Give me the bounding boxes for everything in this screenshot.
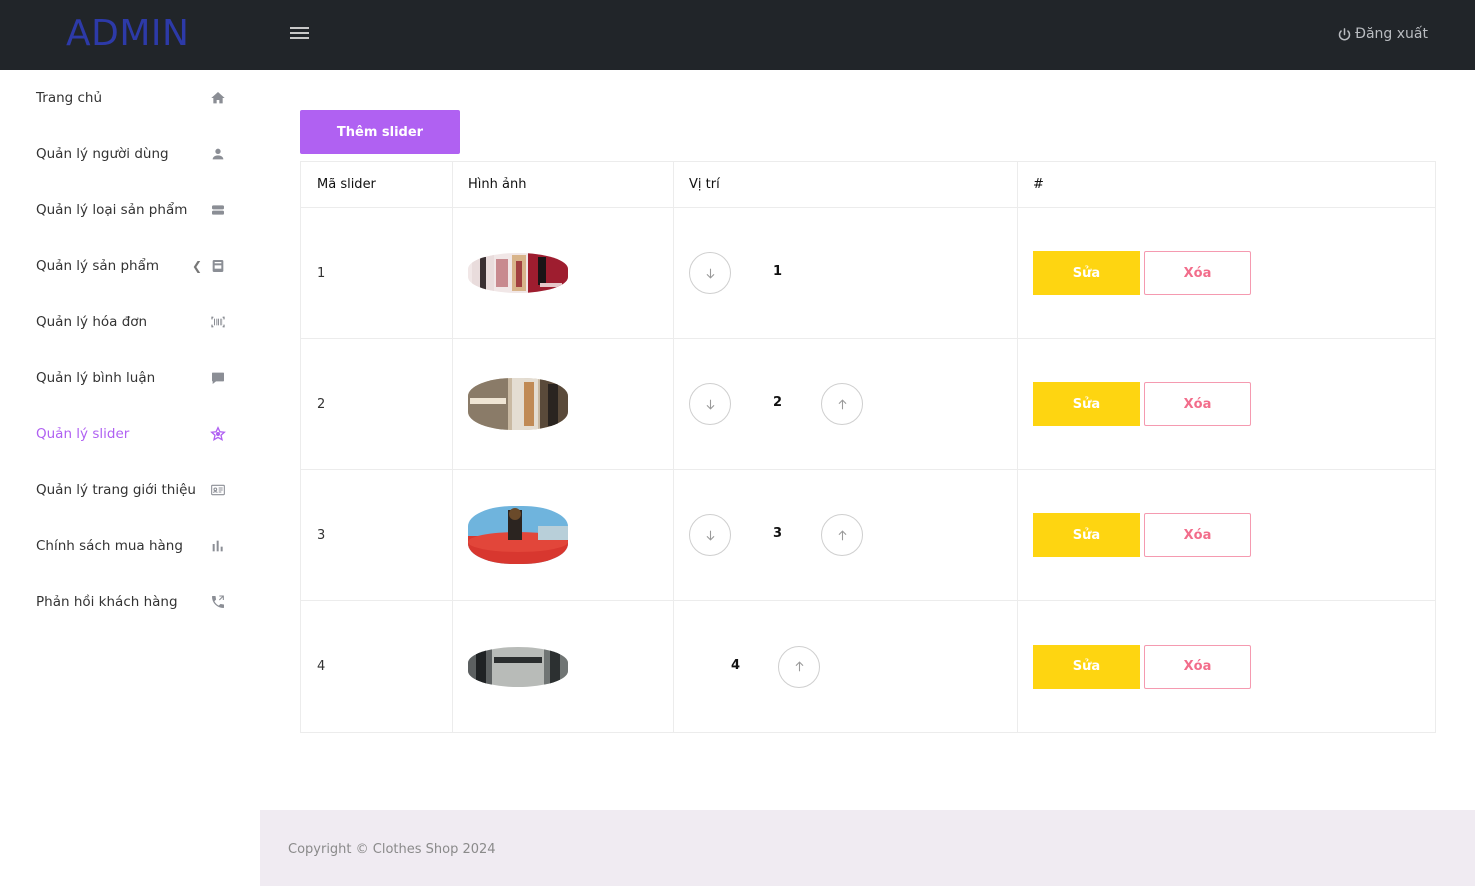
edit-button[interactable]: Sửa — [1033, 382, 1140, 426]
table-row: 4 4 Sửa Xóa — [301, 601, 1435, 732]
delete-button[interactable]: Xóa — [1144, 513, 1251, 557]
star-icon — [210, 426, 226, 441]
sidebar-item-categories[interactable]: Quản lý loại sản phẩm — [36, 198, 226, 222]
column-header-image: Hình ảnh — [453, 162, 674, 207]
product-icon — [212, 260, 224, 272]
arrow-up-icon — [838, 529, 846, 540]
sidebar-item-feedback[interactable]: Phản hồi khách hàng — [36, 590, 226, 614]
barcode-icon — [211, 316, 225, 328]
chevron-left-icon[interactable]: ❮ — [192, 259, 202, 273]
move-up-button[interactable] — [821, 383, 863, 425]
phone-icon — [212, 595, 224, 608]
sidebar-item-policy[interactable]: Chính sách mua hàng — [36, 534, 226, 558]
sidebar-item-label: Quản lý bình luận — [36, 370, 156, 386]
slider-position: 2 — [773, 395, 783, 410]
move-down-button[interactable] — [689, 383, 731, 425]
sidebar-item-comments[interactable]: Quản lý bình luận — [36, 366, 226, 390]
comment-icon — [212, 372, 224, 384]
sidebar-item-home[interactable]: Trang chủ — [36, 86, 226, 110]
arrow-up-icon — [795, 661, 803, 672]
sidebar-item-slider[interactable]: Quản lý slider — [36, 422, 226, 446]
arrow-down-icon — [706, 530, 714, 541]
column-header-id: Mã slider — [301, 162, 453, 207]
footer: Copyright © Clothes Shop 2024 — [260, 810, 1475, 886]
sidebar-item-label: Quản lý hóa đơn — [36, 314, 148, 330]
arrow-up-icon — [838, 398, 846, 409]
sidebar-item-label: Chính sách mua hàng — [36, 538, 183, 554]
sidebar-item-label: Phản hồi khách hàng — [36, 594, 178, 610]
slider-position: 1 — [773, 264, 783, 279]
slider-table: Mã slider Hình ảnh Vị trí # 1 1 Sửa Xóa … — [300, 161, 1436, 733]
move-up-button[interactable] — [778, 645, 820, 688]
sidebar-item-users[interactable]: Quản lý người dùng — [36, 142, 226, 166]
logout-link[interactable]: Đăng xuất — [1337, 26, 1428, 42]
sidebar: Trang chủ Quản lý người dùng Quản lý loạ… — [0, 70, 260, 810]
slider-thumbnail — [468, 646, 568, 687]
sidebar-item-label: Quản lý slider — [36, 426, 130, 442]
slider-thumbnail — [468, 506, 568, 564]
id-card-icon — [211, 484, 225, 496]
bar-chart-icon — [212, 540, 223, 552]
edit-button[interactable]: Sửa — [1033, 513, 1140, 557]
hamburger-menu-icon[interactable] — [290, 24, 312, 44]
power-icon — [1338, 27, 1351, 40]
column-header-position: Vị trí — [674, 162, 1018, 207]
sidebar-item-products[interactable]: Quản lý sản phẩm ❮ — [36, 254, 226, 278]
slider-id: 4 — [301, 601, 453, 732]
top-bar: ADMIN Đăng xuất — [0, 0, 1475, 70]
copyright-text: Copyright © Clothes Shop 2024 — [288, 842, 496, 857]
table-row: 1 1 Sửa Xóa — [301, 208, 1435, 339]
slider-id: 3 — [301, 470, 453, 600]
move-down-button[interactable] — [689, 252, 731, 294]
home-icon — [211, 92, 225, 104]
sidebar-item-label: Quản lý sản phẩm — [36, 258, 160, 274]
arrow-down-icon — [706, 399, 714, 410]
sidebar-item-label: Quản lý người dùng — [36, 146, 169, 162]
slider-id: 1 — [301, 208, 453, 338]
table-row: 2 2 Sửa Xóa — [301, 339, 1435, 470]
arrow-down-icon — [706, 268, 714, 279]
table-header-row: Mã slider Hình ảnh Vị trí # — [301, 162, 1435, 208]
column-header-actions: # — [1033, 177, 1044, 192]
edit-button[interactable]: Sửa — [1033, 251, 1140, 295]
logout-label: Đăng xuất — [1355, 26, 1428, 42]
delete-button[interactable]: Xóa — [1144, 382, 1251, 426]
sidebar-item-label: Quản lý loại sản phẩm — [36, 202, 188, 218]
category-icon — [212, 205, 224, 215]
slider-position: 4 — [731, 657, 741, 673]
user-icon — [212, 148, 224, 160]
slider-id: 2 — [301, 339, 453, 469]
table-row: 3 3 Sửa Xóa — [301, 470, 1435, 601]
sidebar-item-invoices[interactable]: Quản lý hóa đơn — [36, 310, 226, 334]
slider-thumbnail — [468, 378, 568, 430]
slider-thumbnail — [468, 253, 568, 293]
sidebar-item-label: Quản lý trang giới thiệu — [36, 482, 196, 498]
sidebar-item-about[interactable]: Quản lý trang giới thiệu — [36, 478, 226, 502]
move-down-button[interactable] — [689, 514, 731, 556]
brand-logo[interactable]: ADMIN — [66, 13, 189, 54]
delete-button[interactable]: Xóa — [1144, 644, 1251, 689]
add-slider-button[interactable]: Thêm slider — [300, 110, 460, 154]
move-up-button[interactable] — [821, 514, 863, 556]
delete-button[interactable]: Xóa — [1144, 251, 1251, 295]
edit-button[interactable]: Sửa — [1033, 644, 1140, 689]
sidebar-item-label: Trang chủ — [36, 90, 103, 106]
slider-position: 3 — [773, 526, 783, 541]
